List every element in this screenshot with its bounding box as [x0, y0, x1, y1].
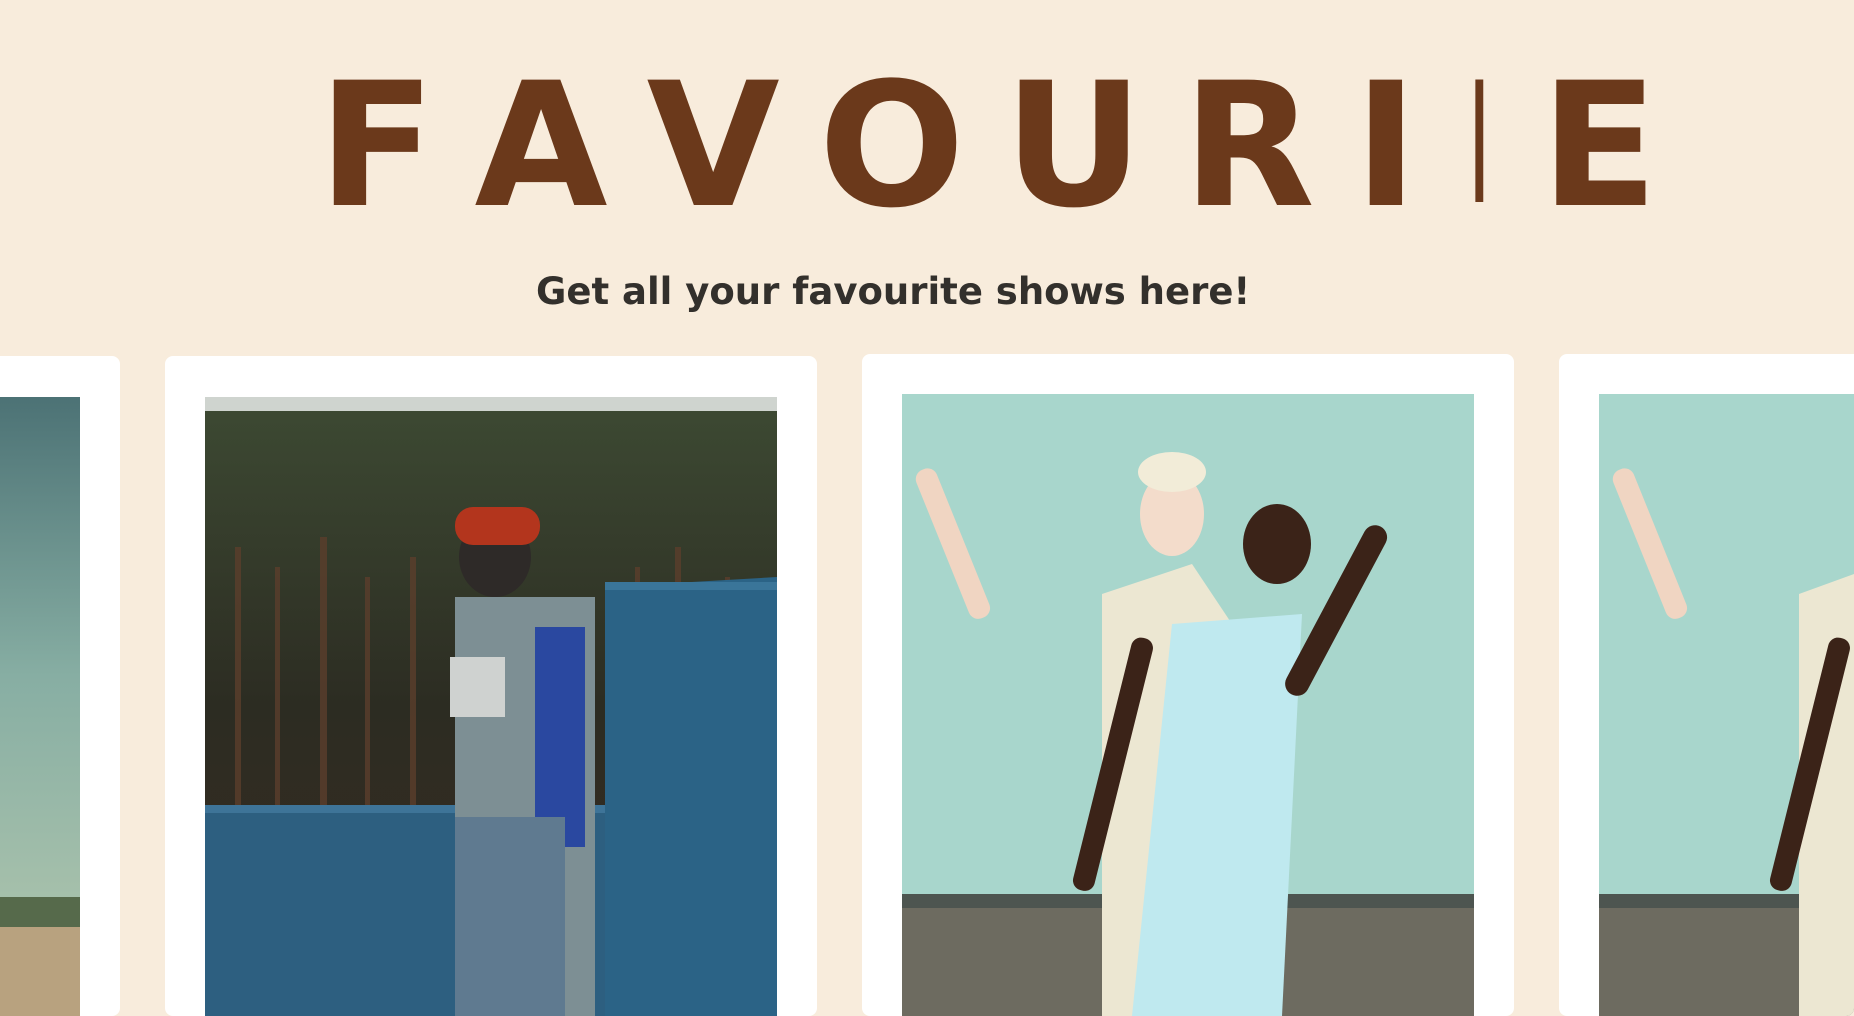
- title-letter: E: [1540, 45, 1659, 246]
- show-card[interactable]: [1559, 354, 1854, 1016]
- dancers-teal-wall-photo-repeat: [1599, 394, 1854, 1016]
- page-title: F A V O U R I I E: [318, 46, 1658, 246]
- title-letter: I: [1353, 45, 1418, 246]
- title-letter: I: [1471, 48, 1488, 243]
- show-card[interactable]: [862, 354, 1514, 1016]
- show-card[interactable]: [0, 356, 120, 1016]
- title-letter: V: [646, 45, 780, 246]
- man-red-beanie-forest-photo: [205, 397, 777, 1016]
- title-letter: O: [818, 45, 965, 246]
- page-subtitle: Get all your favourite shows here!: [536, 270, 1251, 313]
- title-letter: R: [1182, 45, 1315, 246]
- title-letter: A: [474, 45, 608, 246]
- title-letter: F: [318, 45, 436, 246]
- show-card[interactable]: [165, 356, 817, 1016]
- teal-sky-landscape-photo: [0, 397, 80, 1016]
- dancers-teal-wall-photo: [902, 394, 1474, 1016]
- title-letter: U: [1003, 45, 1144, 246]
